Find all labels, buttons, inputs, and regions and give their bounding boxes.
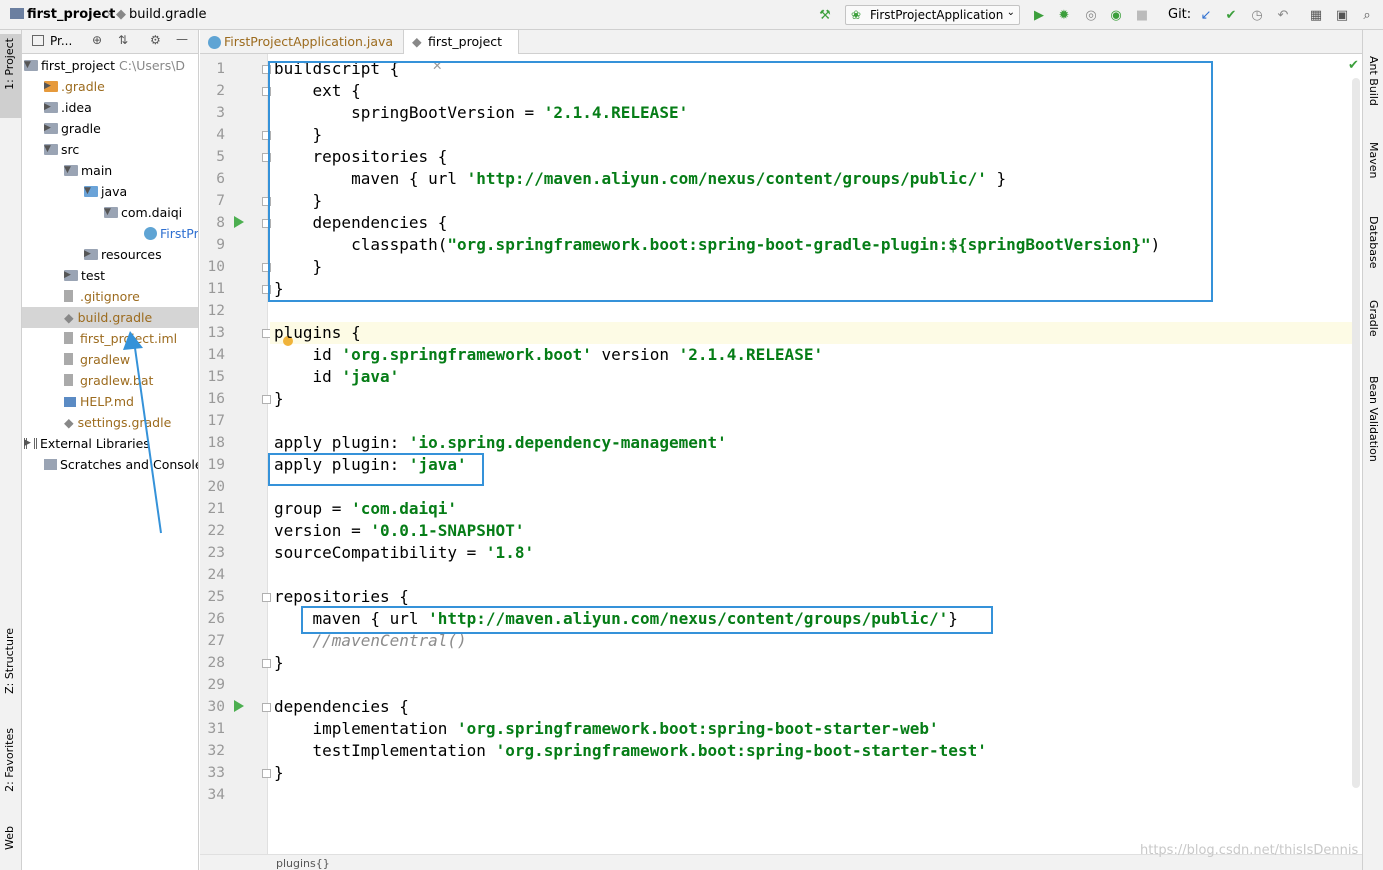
line-number: 33: [207, 765, 225, 781]
line-number: 16: [207, 391, 225, 407]
stop-icon[interactable]: ■: [1133, 6, 1151, 24]
line-number: 23: [207, 545, 225, 561]
line-number: 1: [216, 61, 225, 77]
highlight-box-maven-repo: [301, 606, 993, 634]
code-breadcrumb[interactable]: plugins{}: [276, 857, 330, 870]
top-navigation-bar: first_project › ◆ build.gradle ⚒ ❀ FirstP…: [0, 0, 1383, 30]
vertical-scrollbar[interactable]: [1352, 78, 1360, 788]
class-icon: [208, 36, 221, 49]
breadcrumb-file[interactable]: ◆ build.gradle: [116, 7, 207, 22]
tab-gradle[interactable]: Gradle: [1367, 300, 1380, 337]
run-configuration-select[interactable]: ❀ FirstProjectApplication ⌄: [845, 5, 1020, 25]
project-panel: Pr... ⊕ ⇅ ⚙ — ▼ first_project C:\Users\D…: [22, 30, 199, 870]
annotation-arrow: [123, 331, 162, 534]
line-number: 21: [207, 501, 225, 517]
git-commit-icon[interactable]: ✔: [1222, 6, 1240, 24]
breadcrumb-project[interactable]: first_project: [10, 7, 115, 22]
gradle-icon: ◆: [116, 7, 126, 22]
profile-icon[interactable]: ◉: [1107, 6, 1125, 24]
left-tool-strip: 1: Project Z: Structure 2: Favorites Web: [0, 30, 22, 870]
line-number: 3: [216, 105, 225, 121]
line-number: 13: [207, 325, 225, 341]
search-icon[interactable]: ⌕: [1358, 6, 1376, 24]
line-number: 30: [207, 699, 225, 715]
tab-favorites[interactable]: 2: Favorites: [3, 728, 16, 792]
line-number: 18: [207, 435, 225, 451]
code-line: }: [274, 763, 284, 782]
line-number: 7: [216, 193, 225, 209]
line-number: 15: [207, 369, 225, 385]
tab-ant-build[interactable]: Ant Build: [1367, 56, 1380, 106]
run-gutter-icon[interactable]: [234, 216, 244, 228]
line-number: 5: [216, 149, 225, 165]
line-number: 4: [216, 127, 225, 143]
line-number: 9: [216, 237, 225, 253]
line-number: 8: [216, 215, 225, 231]
tab-first-project[interactable]: ◆ first_project ✕: [403, 30, 519, 73]
line-number: 31: [207, 721, 225, 737]
history-icon[interactable]: ◷: [1248, 6, 1266, 24]
git-update-icon[interactable]: ↙: [1197, 6, 1215, 24]
code-line: testImplementation 'org.springframework.…: [274, 741, 987, 760]
chevron-down-icon: ⌄: [1006, 7, 1015, 18]
line-number: 11: [207, 281, 225, 297]
tab-database[interactable]: Database: [1367, 216, 1380, 269]
line-number: 32: [207, 743, 225, 759]
code-line: plugins {: [274, 323, 361, 342]
tab-bean-validation[interactable]: Bean Validation: [1367, 376, 1380, 462]
line-number: 29: [207, 677, 225, 693]
rollback-icon[interactable]: ↶: [1274, 6, 1292, 24]
line-number: 6: [216, 171, 225, 187]
right-tool-strip: Ant Build Maven Database Gradle Bean Val…: [1362, 30, 1383, 870]
code-line: sourceCompatibility = '1.8': [274, 543, 535, 562]
breadcrumb-separator: ›: [106, 7, 112, 22]
line-number: 27: [207, 633, 225, 649]
line-number: 22: [207, 523, 225, 539]
debug-icon[interactable]: ✹: [1055, 6, 1073, 24]
gradle-icon: ◆: [412, 34, 422, 49]
code-line: }: [274, 653, 284, 672]
project-structure-icon[interactable]: ▦: [1307, 6, 1325, 24]
highlight-box-buildscript: [268, 61, 1213, 302]
line-number: 17: [207, 413, 225, 429]
folder-icon: [10, 8, 24, 19]
editor-tab-bar: FirstProjectApplication.java ✕ ◆ first_p…: [200, 30, 1362, 73]
line-number: 34: [207, 787, 225, 803]
code-line: repositories {: [274, 587, 409, 606]
line-number: 28: [207, 655, 225, 671]
tab-web[interactable]: Web: [3, 826, 16, 850]
line-number: 2: [216, 83, 225, 99]
inspection-ok-icon: ✔: [1348, 58, 1359, 73]
code-line: group = 'com.daiqi': [274, 499, 458, 518]
line-number: 14: [207, 347, 225, 363]
build-hammer-icon[interactable]: ⚒: [816, 6, 834, 24]
line-number: 25: [207, 589, 225, 605]
code-line: apply plugin: 'io.spring.dependency-mana…: [274, 433, 727, 452]
watermark: https://blog.csdn.net/thisIsDennis: [1140, 843, 1359, 858]
tab-structure[interactable]: Z: Structure: [3, 628, 16, 694]
tab-maven[interactable]: Maven: [1367, 142, 1380, 178]
line-number: 20: [207, 479, 225, 495]
line-number: 12: [207, 303, 225, 319]
line-number: 19: [207, 457, 225, 473]
code-line: version = '0.0.1-SNAPSHOT': [274, 521, 525, 540]
coverage-icon[interactable]: ◎: [1082, 6, 1100, 24]
code-line: dependencies {: [274, 697, 409, 716]
line-number: 26: [207, 611, 225, 627]
line-number: 10: [207, 259, 225, 275]
run-icon[interactable]: ▶: [1030, 6, 1048, 24]
highlight-box-apply-java: [268, 453, 484, 486]
tab-first-project-application[interactable]: FirstProjectApplication.java ✕: [200, 30, 402, 73]
code-line: id 'org.springframework.boot' version '2…: [274, 345, 824, 364]
tab-project[interactable]: 1: Project: [3, 38, 16, 90]
run-gutter-icon[interactable]: [234, 700, 244, 712]
code-line: id 'java': [274, 367, 400, 386]
terminal-icon[interactable]: ▣: [1333, 6, 1351, 24]
code-line: implementation 'org.springframework.boot…: [274, 719, 939, 738]
spring-boot-icon: ❀: [851, 8, 862, 22]
git-label: Git:: [1168, 7, 1192, 22]
code-line: }: [274, 389, 284, 408]
editor-breadcrumb-bar: plugins{} https://blog.csdn.net/thisIsDe…: [200, 843, 1362, 870]
line-number: 24: [207, 567, 225, 583]
